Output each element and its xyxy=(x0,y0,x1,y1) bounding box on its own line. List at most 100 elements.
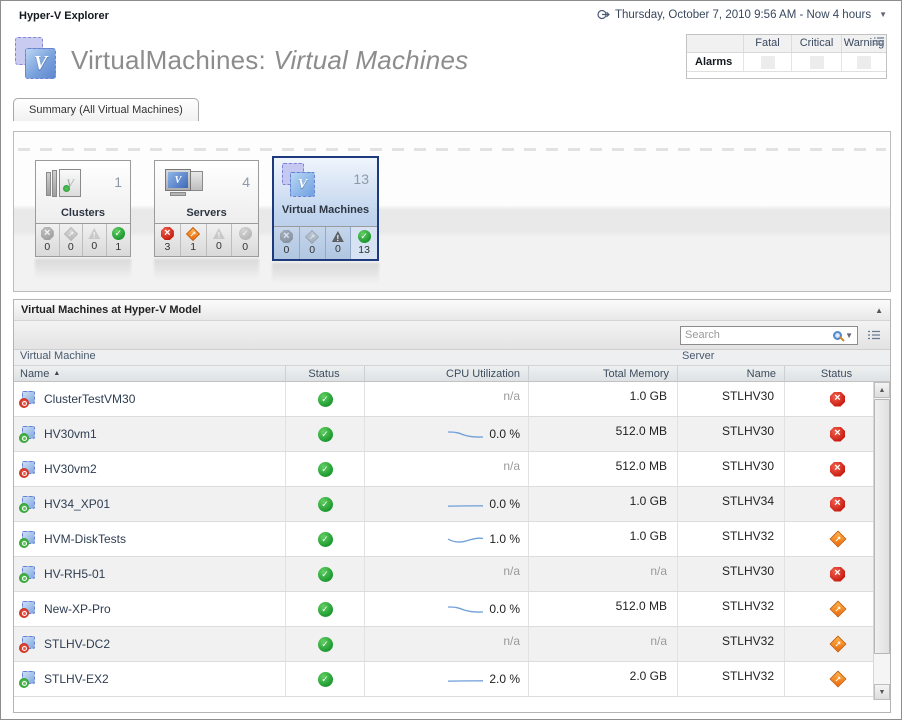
time-range-selector[interactable]: Thursday, October 7, 2010 9:56 AM - Now … xyxy=(597,8,887,21)
vm-name: HV-RH5-01 xyxy=(44,567,105,581)
server-name-cell: STLHV32 xyxy=(678,522,785,556)
table-row[interactable]: New-XP-Pro 0.0 % 512.0 MB STLHV32 xyxy=(14,592,890,627)
alarms-critical-cell[interactable] xyxy=(791,53,841,71)
vm-name: HV30vm2 xyxy=(44,462,97,476)
tile-virtual-machines[interactable]: V 13 Virtual Machines 00013 xyxy=(272,156,379,261)
cpu-value: 2.0 % xyxy=(489,672,520,686)
column-header-server-name[interactable]: Name xyxy=(678,366,785,381)
cpu-value: 1.0 % xyxy=(489,532,520,546)
table-row[interactable]: HV-RH5-01 n/a n/a STLHV30 xyxy=(14,557,890,592)
cpu-sparkline xyxy=(447,673,485,686)
critical-status-icon xyxy=(829,601,846,618)
normal-status-icon xyxy=(318,637,333,652)
vertical-scrollbar[interactable]: ▲ ▼ xyxy=(873,382,890,700)
server-name-cell: STLHV30 xyxy=(678,452,785,486)
tile-status-warning[interactable]: 0 xyxy=(83,224,107,256)
tile-servers[interactable]: V 4 Servers 3100 xyxy=(154,160,259,257)
scroll-down-button[interactable]: ▼ xyxy=(874,684,890,700)
time-range-icon xyxy=(597,8,610,21)
cpu-sparkline xyxy=(447,428,485,441)
group-virtual-machine: Virtual Machine xyxy=(14,350,678,365)
vm-icon xyxy=(20,601,37,617)
tab-summary-all-virtual-machines[interactable]: Summary (All Virtual Machines) xyxy=(13,98,199,121)
panel-collapse-icon[interactable]: ▲ xyxy=(875,306,883,315)
tile-count: 1 xyxy=(114,174,122,190)
vm-icon xyxy=(20,671,37,687)
column-header-total-memory[interactable]: Total Memory xyxy=(529,366,678,381)
column-header-name[interactable]: Name▲ xyxy=(14,366,286,381)
tile-status-warning[interactable]: 0 xyxy=(326,227,352,259)
vm-power-badge-icon xyxy=(19,433,29,443)
cpu-value: 0.0 % xyxy=(489,427,520,441)
tile-reflection xyxy=(154,259,259,279)
tile-status-count: 1 xyxy=(115,241,121,253)
tile-status-warning[interactable]: 0 xyxy=(207,224,233,256)
column-header-cpu-utilization[interactable]: CPU Utilization xyxy=(365,366,529,381)
tile-status-normal[interactable]: 0 xyxy=(232,224,258,256)
tile-status-normal[interactable]: 1 xyxy=(107,224,131,256)
table-row[interactable]: HV34_XP01 0.0 % 1.0 GB STLHV34 xyxy=(14,487,890,522)
tile-status-count: 0 xyxy=(309,244,315,256)
column-header-status[interactable]: Status xyxy=(286,366,365,381)
warning-status-icon xyxy=(332,231,344,242)
tile-status-critical[interactable]: 0 xyxy=(60,224,84,256)
normal-status-icon xyxy=(318,567,333,582)
critical-status-icon xyxy=(829,531,846,548)
table-row[interactable]: STLHV-EX2 2.0 % 2.0 GB STLHV32 xyxy=(14,662,890,697)
cpu-sparkline xyxy=(447,603,485,616)
table-row[interactable]: ClusterTestVM30 n/a 1.0 GB STLHV30 xyxy=(14,382,890,417)
search-icon[interactable] xyxy=(833,331,842,340)
total-memory-cell: 512.0 MB xyxy=(529,417,678,451)
tile-status-fatal[interactable]: 0 xyxy=(274,227,300,259)
tile-status-normal[interactable]: 13 xyxy=(351,227,377,259)
scroll-up-button[interactable]: ▲ xyxy=(874,382,890,398)
cpu-value: n/a xyxy=(503,634,520,648)
critical-status-icon xyxy=(305,229,319,243)
tile-status-critical[interactable]: 1 xyxy=(181,224,207,256)
alarms-footer-strip xyxy=(687,71,886,78)
cpu-utilization-cell: n/a xyxy=(365,382,529,416)
page-title: VirtualMachines: Virtual Machines xyxy=(71,45,468,76)
tile-status-fatal[interactable]: 0 xyxy=(36,224,60,256)
cpu-value: n/a xyxy=(503,459,520,473)
time-range-caret-icon: ▼ xyxy=(879,10,887,19)
warning-status-icon xyxy=(213,228,225,239)
tile-clusters[interactable]: V 1 Clusters 0001 xyxy=(35,160,131,257)
vm-icon xyxy=(20,496,37,512)
tile-reflection xyxy=(272,263,379,283)
tile-status-fatal[interactable]: 3 xyxy=(155,224,181,256)
app-title: Hyper-V Explorer xyxy=(19,10,109,22)
table-row[interactable]: HVM-DiskTests 1.0 % 1.0 GB STLHV32 xyxy=(14,522,890,557)
vm-power-badge-icon xyxy=(19,678,29,688)
vm-name-cell: HV34_XP01 xyxy=(14,487,286,521)
search-options-caret-icon[interactable]: ▼ xyxy=(845,331,853,340)
cpu-utilization-cell: 0.0 % xyxy=(365,592,529,626)
table-row[interactable]: HV30vm1 0.0 % 512.0 MB STLHV30 xyxy=(14,417,890,452)
table-row[interactable]: STLHV-DC2 n/a n/a STLHV32 xyxy=(14,627,890,662)
search-box[interactable]: ▼ xyxy=(680,326,858,345)
alarms-row-label: Alarms xyxy=(687,53,743,71)
cpu-utilization-cell: n/a xyxy=(365,557,529,591)
cpu-value: 0.0 % xyxy=(489,602,520,616)
table-customizer-icon[interactable] xyxy=(867,329,881,341)
alarms-customizer-icon[interactable] xyxy=(873,36,885,46)
total-memory-cell: 1.0 GB xyxy=(529,382,678,416)
tile-label: Virtual Machines xyxy=(274,204,377,221)
tile-count: 4 xyxy=(242,174,250,190)
alarms-fatal-cell[interactable] xyxy=(743,53,791,71)
tile-status-critical[interactable]: 0 xyxy=(300,227,326,259)
vm-name-cell: ClusterTestVM30 xyxy=(14,382,286,416)
tile-status-count: 0 xyxy=(44,241,50,253)
fatal-status-icon xyxy=(41,227,54,240)
column-header-server-status[interactable]: Status xyxy=(785,366,890,381)
cpu-utilization-cell: n/a xyxy=(365,627,529,661)
critical-status-icon xyxy=(829,671,846,688)
search-input[interactable] xyxy=(685,329,830,341)
total-memory-cell: 1.0 GB xyxy=(529,522,678,556)
table-row[interactable]: HV30vm2 n/a 512.0 MB STLHV30 xyxy=(14,452,890,487)
alarms-warning-cell[interactable] xyxy=(841,53,886,71)
total-memory-cell: 2.0 GB xyxy=(529,662,678,696)
scrollbar-thumb[interactable] xyxy=(874,399,890,654)
normal-status-icon xyxy=(318,427,333,442)
server-name-cell: STLHV32 xyxy=(678,662,785,696)
